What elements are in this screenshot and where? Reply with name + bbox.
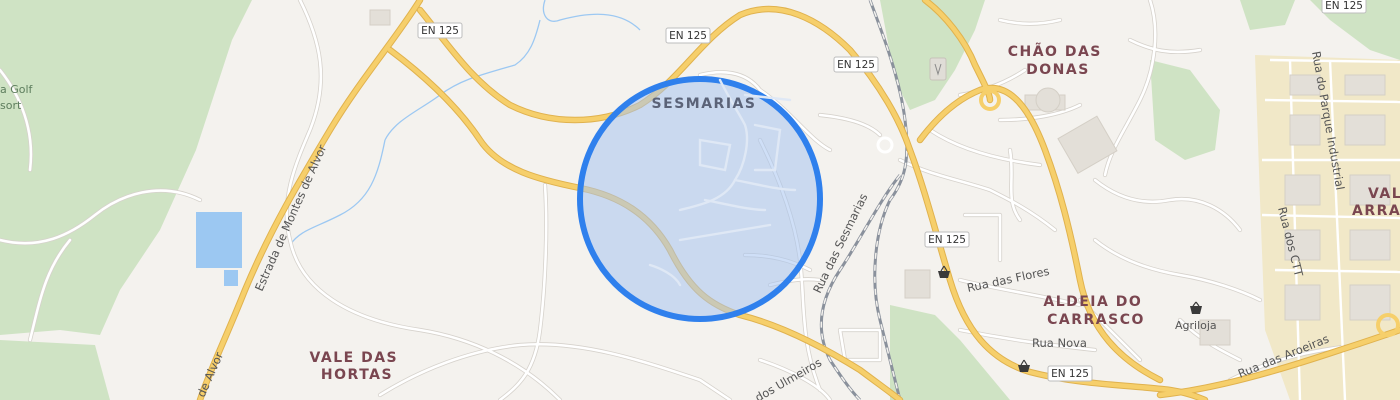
map-view[interactable]: SESMARIAS CHÃO DAS DONAS VALE DAS HORTAS… bbox=[0, 0, 1400, 400]
area-label-aldeia-line2: CARRASCO bbox=[1047, 312, 1145, 328]
svg-text:EN 125: EN 125 bbox=[421, 25, 459, 37]
road-shield-en125-1: EN 125 bbox=[417, 22, 463, 39]
svg-text:EN 125: EN 125 bbox=[1051, 368, 1089, 380]
area-label-vale-arran-line2: ARRAN bbox=[1352, 203, 1400, 219]
poi-label-agriloja[interactable]: Agriloja bbox=[1175, 319, 1217, 332]
road-shield-en125-4: EN 125 bbox=[924, 231, 970, 248]
road-shield-en125-6: EN 125 bbox=[1321, 0, 1367, 14]
area-label-chao-das-donas-line1: CHÃO DAS bbox=[1008, 43, 1102, 60]
road-shield-en125-3: EN 125 bbox=[833, 56, 879, 73]
street-label-rua-nova: Rua Nova bbox=[1032, 336, 1087, 350]
poi-label-golf-line2: sort bbox=[0, 99, 22, 112]
road-shield-en125-5: EN 125 bbox=[1047, 365, 1093, 382]
area-label-vale-arran-line1: VALE bbox=[1368, 186, 1400, 202]
selected-area-marker[interactable] bbox=[577, 76, 823, 322]
shopping-basket-icon[interactable] bbox=[1018, 359, 1030, 372]
street-label-de-alvor: de Alvor bbox=[194, 350, 226, 399]
roundabout-minor bbox=[876, 136, 894, 154]
shopping-bag-icon[interactable] bbox=[1190, 301, 1202, 314]
area-label-aldeia-line1: ALDEIA DO bbox=[1043, 294, 1142, 310]
area-label-sesmarias: SESMARIAS bbox=[652, 96, 757, 112]
buildings bbox=[369, 9, 1391, 346]
svg-text:EN 125: EN 125 bbox=[1325, 0, 1363, 12]
street-label-estrada-montes-alvor: Estrada de Montes de Alvor bbox=[252, 142, 329, 293]
poi-label-golf-line1: a Golf bbox=[0, 83, 34, 96]
area-label-vale-das-hortas-line2: HORTAS bbox=[321, 367, 393, 383]
area-label-vale-das-hortas: VALE DAS HORTAS bbox=[310, 350, 405, 383]
svg-text:EN 125: EN 125 bbox=[669, 30, 707, 42]
svg-text:EN 125: EN 125 bbox=[928, 234, 966, 246]
road-shield-en125-2: EN 125 bbox=[665, 27, 711, 44]
parking-icon[interactable] bbox=[929, 57, 947, 81]
svg-text:EN 125: EN 125 bbox=[837, 59, 875, 71]
area-label-aldeia-do-carrasco: ALDEIA DO CARRASCO bbox=[1043, 294, 1148, 328]
area-label-chao-das-donas-line2: DONAS bbox=[1026, 62, 1090, 78]
map-canvas: SESMARIAS CHÃO DAS DONAS VALE DAS HORTAS… bbox=[0, 0, 1400, 400]
water-reservoir bbox=[196, 212, 242, 286]
area-label-vale-das-hortas-line1: VALE DAS bbox=[310, 350, 399, 366]
